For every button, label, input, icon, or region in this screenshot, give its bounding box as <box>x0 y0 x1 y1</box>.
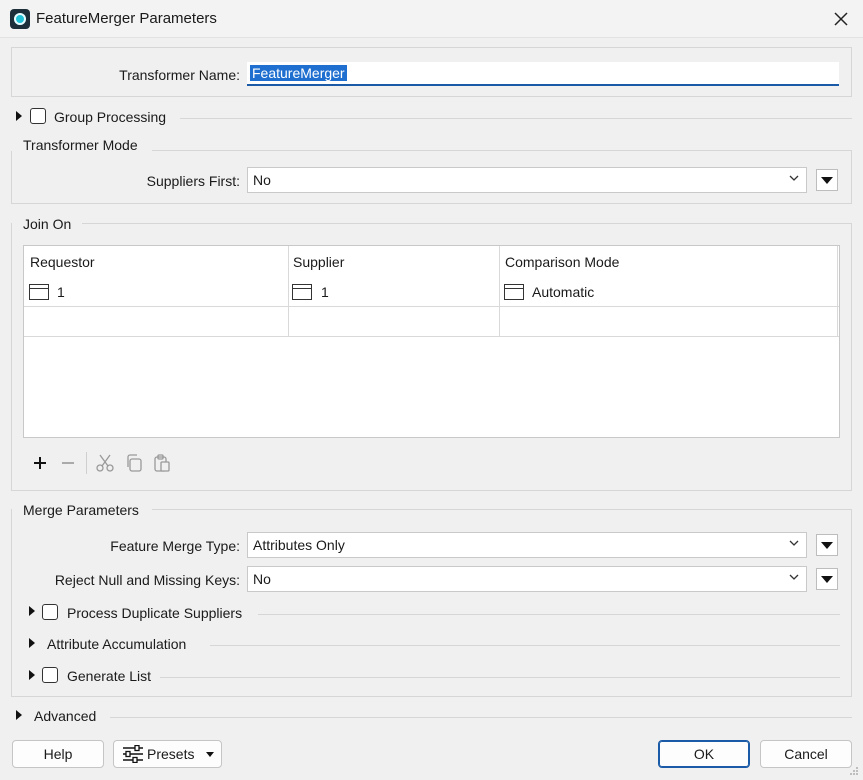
process-duplicate-suppliers-checkbox[interactable] <box>42 604 58 620</box>
feature-merge-type-value: Attributes Only <box>253 537 345 553</box>
transformer-name-input[interactable]: FeatureMerger <box>247 62 839 86</box>
merge-parameters-heading: Merge Parameters <box>23 502 139 518</box>
dropdown-arrow-icon <box>821 541 833 549</box>
attribute-accumulation-divider <box>210 645 840 646</box>
column-header-comparison-mode[interactable]: Comparison Mode <box>505 254 619 270</box>
generate-list-checkbox[interactable] <box>42 667 58 683</box>
process-duplicate-suppliers-divider <box>258 614 840 615</box>
group-processing-label: Group Processing <box>54 109 167 125</box>
suppliers-first-menu-button[interactable] <box>816 169 838 191</box>
generate-list-expand-icon[interactable] <box>29 670 35 680</box>
table-row[interactable]: 1 1 Automatic <box>24 278 839 306</box>
paste-button[interactable] <box>152 453 172 473</box>
paste-icon <box>154 454 170 472</box>
advanced-label[interactable]: Advanced <box>34 708 96 724</box>
cut-button[interactable] <box>95 453 115 473</box>
resize-grip-icon[interactable] <box>849 766 859 776</box>
sliders-icon <box>123 745 143 763</box>
process-duplicate-suppliers-label: Process Duplicate Suppliers <box>67 605 243 621</box>
add-row-button[interactable] <box>30 453 50 473</box>
join-on-top-line <box>82 223 852 224</box>
close-icon <box>834 12 848 26</box>
cancel-button[interactable]: Cancel <box>760 740 852 768</box>
join-on-heading: Join On <box>23 216 72 232</box>
toolbar-separator <box>86 452 87 474</box>
table-row-empty[interactable] <box>24 307 839 336</box>
comparison-mode-cell[interactable]: Automatic <box>532 284 594 300</box>
group-processing-divider <box>180 118 852 119</box>
attribute-picker-icon[interactable] <box>29 284 49 300</box>
supplier-cell[interactable]: 1 <box>321 284 329 300</box>
transformer-mode-top-line <box>152 150 852 151</box>
chevron-down-icon <box>789 574 799 580</box>
attribute-accumulation-label[interactable]: Attribute Accumulation <box>47 636 186 652</box>
advanced-divider <box>110 717 852 718</box>
cancel-button-label: Cancel <box>784 746 828 762</box>
join-on-table: Requestor Supplier Comparison Mode 1 1 A… <box>23 245 840 438</box>
mode-picker-icon[interactable] <box>504 284 524 300</box>
generate-list-divider <box>160 677 840 678</box>
copy-button[interactable] <box>124 453 144 473</box>
process-duplicate-suppliers-expand-icon[interactable] <box>29 606 35 616</box>
ok-button-label: OK <box>693 746 715 762</box>
help-button-label: Help <box>43 746 73 762</box>
merge-parameters-top-line <box>152 509 852 510</box>
presets-button-label: Presets <box>147 746 195 762</box>
column-header-requestor[interactable]: Requestor <box>30 254 95 270</box>
attribute-picker-icon[interactable] <box>292 284 312 300</box>
window-title: FeatureMerger Parameters <box>36 10 217 27</box>
dropdown-arrow-icon <box>206 751 215 757</box>
row-divider <box>24 336 839 337</box>
ok-button[interactable]: OK <box>658 740 750 768</box>
presets-button[interactable]: Presets <box>113 740 222 768</box>
reject-null-menu-button[interactable] <box>816 568 838 590</box>
minus-icon <box>62 462 74 464</box>
requestor-cell[interactable]: 1 <box>57 284 65 300</box>
suppliers-first-value: No <box>253 172 271 188</box>
suppliers-first-label: Suppliers First: <box>146 173 240 189</box>
transformer-name-value: FeatureMerger <box>250 65 347 81</box>
feature-merge-type-label: Feature Merge Type: <box>110 538 240 554</box>
chevron-down-icon <box>789 540 799 546</box>
attribute-accumulation-expand-icon[interactable] <box>29 638 35 648</box>
remove-row-button[interactable] <box>58 453 78 473</box>
reject-null-select[interactable]: No <box>247 566 807 592</box>
group-processing-checkbox[interactable] <box>30 108 46 124</box>
help-button[interactable]: Help <box>12 740 104 768</box>
app-icon <box>10 9 30 29</box>
transformer-name-label: Transformer Name: <box>119 67 240 83</box>
feature-merge-type-select[interactable]: Attributes Only <box>247 532 807 558</box>
group-processing-expand-icon[interactable] <box>16 111 22 121</box>
reject-null-value: No <box>253 571 271 587</box>
column-header-supplier[interactable]: Supplier <box>293 254 344 270</box>
plus-icon <box>34 457 46 469</box>
scissors-icon <box>96 454 114 472</box>
reject-null-label: Reject Null and Missing Keys: <box>54 572 240 588</box>
chevron-down-icon <box>789 175 799 181</box>
suppliers-first-select[interactable]: No <box>247 167 807 193</box>
dropdown-arrow-icon <box>821 176 833 184</box>
copy-icon <box>127 454 142 472</box>
close-button[interactable] <box>826 4 856 34</box>
advanced-expand-icon[interactable] <box>16 710 22 720</box>
feature-merge-type-menu-button[interactable] <box>816 534 838 556</box>
transformer-mode-heading: Transformer Mode <box>23 137 138 153</box>
generate-list-label: Generate List <box>67 668 152 684</box>
dropdown-arrow-icon <box>821 575 833 583</box>
